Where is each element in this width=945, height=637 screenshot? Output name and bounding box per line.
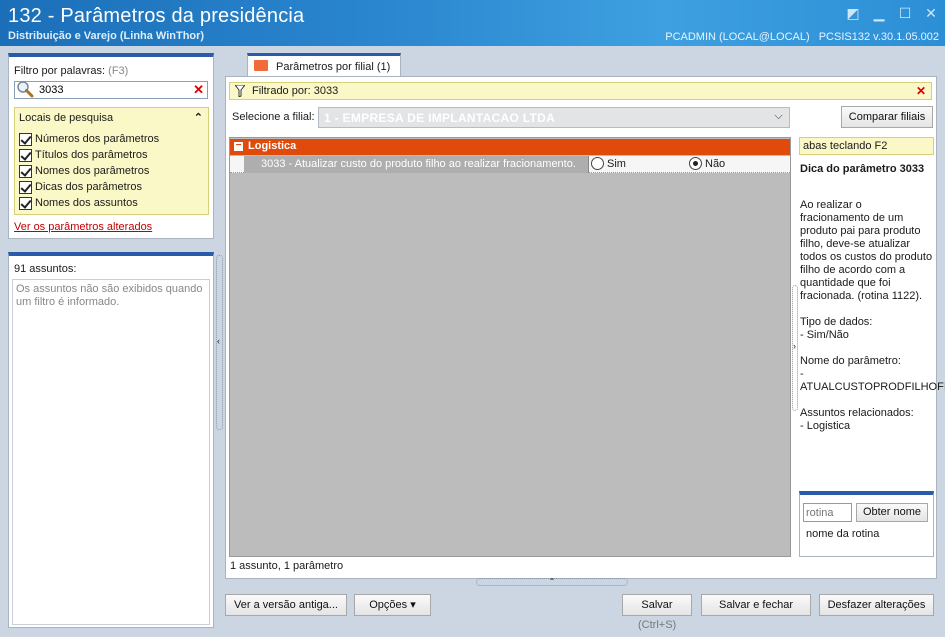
checkbox[interactable] bbox=[19, 180, 32, 194]
filter-bar: Filtrado por: 3033 ✕ bbox=[229, 82, 932, 100]
branch-label: Selecione a filial: bbox=[232, 111, 315, 123]
subjects-panel: 91 assuntos: Os assuntos não são exibido… bbox=[8, 252, 214, 628]
radio-yes-circle[interactable] bbox=[591, 157, 604, 170]
tip-panel: abas teclando F2 Dica do parâmetro 3033 … bbox=[799, 137, 945, 557]
funnel-icon bbox=[235, 85, 245, 97]
location-item[interactable]: Nomes dos parâmetros bbox=[19, 163, 159, 179]
clear-filter-icon[interactable]: ✕ bbox=[916, 84, 926, 98]
parameters-grid: − Logistica 3033 - Atualizar custo do pr… bbox=[229, 137, 791, 557]
window-subtitle: Distribuição e Varejo (Linha WinThor) bbox=[8, 30, 205, 42]
close-icon[interactable]: ✕ bbox=[923, 5, 939, 21]
parameter-row[interactable]: 3033 - Atualizar custo do produto filho … bbox=[230, 156, 790, 173]
clear-search-icon[interactable]: ✕ bbox=[193, 82, 204, 98]
branch-select[interactable]: 1 - EMPRESA DE IMPLANTACAO LTDA ⌵ bbox=[318, 107, 790, 128]
checkbox[interactable] bbox=[19, 196, 32, 210]
old-version-button[interactable]: Ver a versão antiga... bbox=[225, 594, 347, 616]
changed-parameters-link[interactable]: Ver os parâmetros alterados bbox=[14, 221, 152, 233]
save-shortcut: (Ctrl+S) bbox=[638, 619, 677, 631]
save-button[interactable]: Salvar bbox=[622, 594, 692, 616]
user-info: PCADMIN (LOCAL@LOCAL) PCSIS132 v.30.1.05… bbox=[659, 31, 939, 43]
search-input[interactable] bbox=[39, 83, 189, 97]
magnifier-icon bbox=[17, 81, 34, 98]
chevron-right-icon[interactable]: › bbox=[793, 341, 796, 351]
compare-branches-button[interactable]: Comparar filiais bbox=[841, 106, 933, 128]
filter-shortcut-hint: (F3) bbox=[108, 65, 129, 77]
location-label: Nomes dos parâmetros bbox=[35, 165, 150, 177]
checkbox[interactable] bbox=[19, 164, 32, 178]
tab-label: Parâmetros por filial (1) bbox=[276, 61, 391, 73]
undo-changes-button[interactable]: Desfazer alterações bbox=[819, 594, 934, 616]
folder-icon bbox=[254, 60, 268, 71]
pin-icon[interactable]: ◩ bbox=[845, 5, 861, 21]
subjects-message: Os assuntos não são exibidos quando um f… bbox=[12, 279, 210, 625]
location-item[interactable]: Dicas dos parâmetros bbox=[19, 179, 159, 195]
filter-label-text: Filtro por palavras: bbox=[14, 65, 106, 77]
rotina-name-label: nome da rotina bbox=[806, 528, 880, 540]
version-info: PCSIS132 v.30.1.05.002 bbox=[818, 31, 939, 43]
options-button[interactable]: Opções ▾ bbox=[354, 594, 431, 616]
location-item[interactable]: Nomes dos assuntos bbox=[19, 195, 159, 211]
group-header[interactable]: − Logistica bbox=[230, 139, 790, 155]
branch-value: 1 - EMPRESA DE IMPLANTACAO LTDA bbox=[324, 111, 556, 125]
right-splitter[interactable]: › bbox=[792, 285, 798, 411]
window-controls: ◩ ▁ ☐ ✕ bbox=[845, 5, 939, 21]
main-panel: Filtrado por: 3033 ✕ Selecione a filial:… bbox=[225, 76, 945, 579]
left-splitter[interactable]: ‹ bbox=[216, 255, 223, 430]
location-item[interactable]: Títulos dos parâmetros bbox=[19, 147, 159, 163]
tab-parameters-by-branch[interactable]: Parâmetros por filial (1) bbox=[247, 53, 401, 77]
chevron-left-icon[interactable]: ‹ bbox=[217, 336, 220, 346]
search-box: ✕ bbox=[14, 81, 208, 99]
get-name-button[interactable]: Obter nome bbox=[856, 503, 928, 522]
location-label: Nomes dos assuntos bbox=[35, 197, 138, 209]
radio-no-label: Não bbox=[705, 157, 726, 170]
window-title: 132 - Parâmetros da presidência bbox=[8, 5, 305, 27]
tip-title: Dica do parâmetro 3033 bbox=[800, 163, 925, 175]
filter-panel: Filtro por palavras: (F3) ✕ Locais de pe… bbox=[8, 53, 214, 239]
search-locations-box: Locais de pesquisa ⌃ Números dos parâmet… bbox=[14, 107, 209, 215]
tab-strip: Parâmetros por filial (1) bbox=[225, 53, 937, 77]
filter-label: Filtro por palavras: (F3) bbox=[14, 65, 128, 77]
location-label: Títulos dos parâmetros bbox=[35, 149, 148, 161]
group-name: Logistica bbox=[248, 140, 297, 152]
bottom-splitter[interactable]: ⌃ bbox=[476, 578, 628, 586]
checkbox[interactable] bbox=[19, 132, 32, 146]
radio-no[interactable]: Não bbox=[689, 157, 725, 170]
location-item[interactable]: Números dos parâmetros bbox=[19, 131, 159, 147]
tip-hint: abas teclando F2 bbox=[799, 137, 934, 155]
checkbox[interactable] bbox=[19, 148, 32, 162]
location-label: Números dos parâmetros bbox=[35, 133, 160, 145]
minimize-icon[interactable]: ▁ bbox=[871, 5, 887, 21]
collapse-icon[interactable]: ⌃ bbox=[194, 111, 203, 124]
search-locations-title: Locais de pesquisa bbox=[19, 112, 114, 124]
save-and-close-button[interactable]: Salvar e fechar bbox=[701, 594, 811, 616]
rotina-panel: Obter nome nome da rotina bbox=[799, 491, 934, 557]
radio-yes-label: Sim bbox=[607, 157, 626, 170]
chevron-down-icon[interactable]: ⌵ bbox=[774, 110, 783, 123]
filter-text: Filtrado por: 3033 bbox=[252, 85, 339, 97]
user-name: PCADMIN (LOCAL@LOCAL) bbox=[665, 31, 810, 43]
parameter-text: 3033 - Atualizar custo do produto filho … bbox=[244, 156, 589, 173]
search-locations-list: Números dos parâmetros Títulos dos parâm… bbox=[19, 131, 159, 211]
location-label: Dicas dos parâmetros bbox=[35, 181, 142, 193]
collapse-group-icon[interactable]: − bbox=[234, 141, 243, 151]
title-bar: 132 - Parâmetros da presidência Distribu… bbox=[0, 0, 945, 46]
maximize-icon[interactable]: ☐ bbox=[897, 5, 913, 21]
radio-yes[interactable]: Sim bbox=[591, 157, 626, 170]
radio-no-circle[interactable] bbox=[689, 157, 702, 170]
rotina-input[interactable] bbox=[803, 503, 852, 522]
tip-body: Ao realizar o fracionamento de um produt… bbox=[800, 199, 945, 432]
subjects-count: 91 assuntos: bbox=[14, 263, 77, 275]
status-line: 1 assunto, 1 parâmetro bbox=[230, 560, 344, 572]
